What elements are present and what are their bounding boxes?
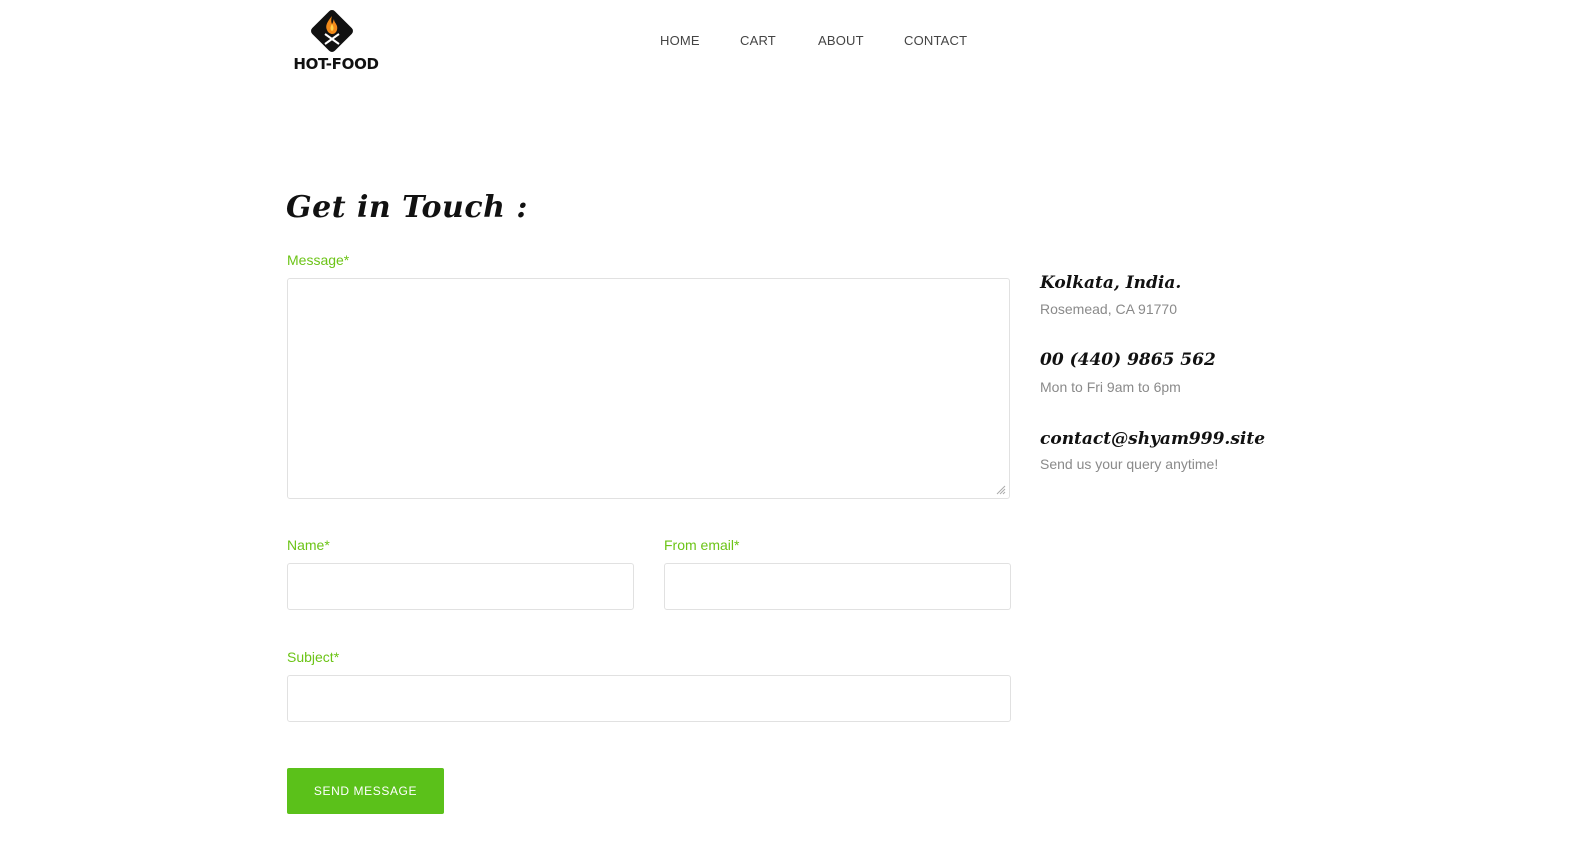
nav-cart[interactable]: CART [740, 33, 776, 48]
subject-label: Subject* [287, 649, 340, 665]
nav-contact[interactable]: CONTACT [904, 33, 967, 48]
email-note: Send us your query anytime! [1040, 456, 1219, 472]
brand-name: HOT-FOOD [293, 55, 379, 73]
main-nav: HOME CART ABOUT CONTACT [0, 33, 1582, 51]
name-label: Name* [287, 537, 330, 553]
location-title: Kolkata, India. [1040, 273, 1182, 293]
email-label: From email* [664, 537, 740, 553]
message-textarea[interactable] [287, 278, 1010, 499]
page-title: Get in Touch : [286, 190, 528, 225]
send-message-button[interactable]: SEND MESSAGE [287, 768, 444, 814]
message-label: Message* [287, 252, 350, 268]
email-input[interactable] [664, 563, 1011, 610]
nav-about[interactable]: ABOUT [818, 33, 864, 48]
resize-grip-icon[interactable] [996, 485, 1006, 495]
phone-title: 00 (440) 9865 562 [1040, 350, 1216, 370]
name-input[interactable] [287, 563, 634, 610]
email-title[interactable]: contact@shyam999.site [1040, 429, 1265, 449]
nav-home[interactable]: HOME [660, 33, 700, 48]
phone-hours: Mon to Fri 9am to 6pm [1040, 379, 1181, 395]
location-address: Rosemead, CA 91770 [1040, 301, 1177, 317]
subject-input[interactable] [287, 675, 1011, 722]
